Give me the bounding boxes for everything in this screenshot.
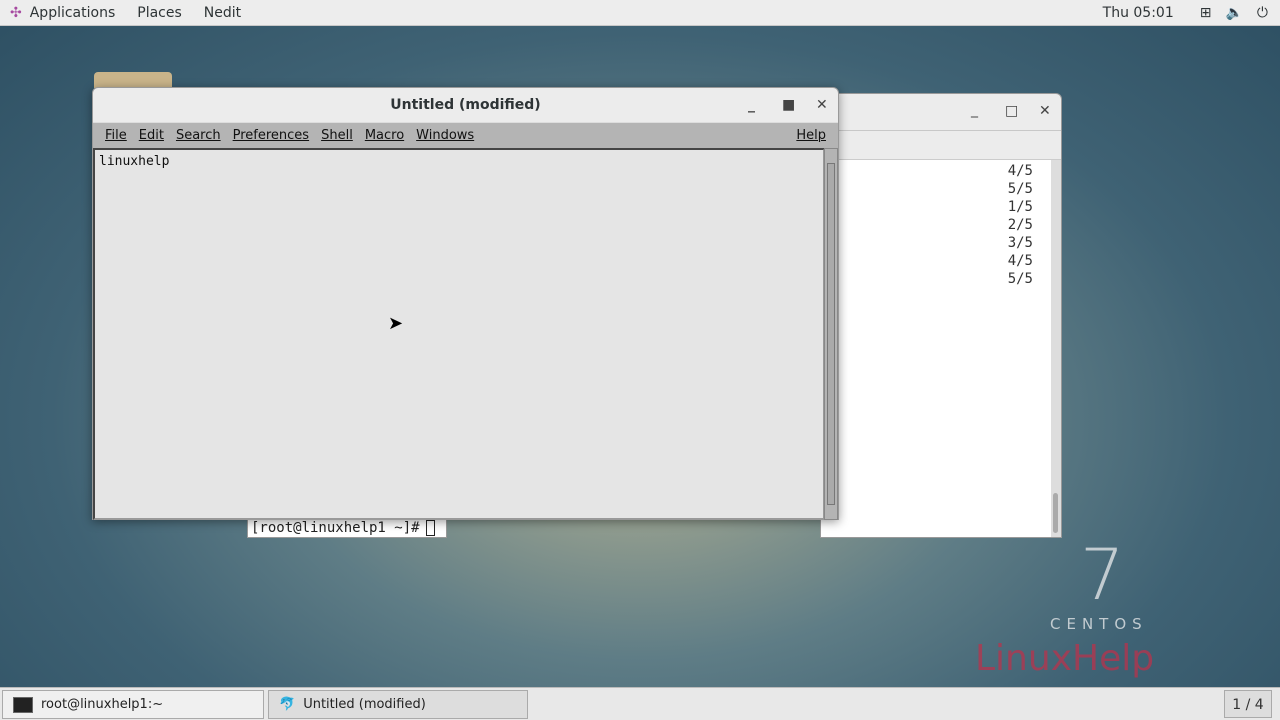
menu-preferences[interactable]: Preferences xyxy=(233,128,309,143)
nedit-icon: 🐬 xyxy=(279,697,296,712)
power-icon[interactable]: ⏻ xyxy=(1257,5,1268,21)
menu-macro[interactable]: Macro xyxy=(365,128,404,143)
linuxhelp-watermark: LinuxHelp xyxy=(975,638,1155,679)
app-menu[interactable]: Nedit xyxy=(204,5,241,21)
places-menu[interactable]: Places xyxy=(137,5,182,21)
terminal-window: _ □ ✕ 4/5 5/5 1/5 2/5 3/5 4/5 5/5 xyxy=(820,93,1062,538)
output-line: 4/5 xyxy=(1007,163,1033,179)
terminal-output[interactable]: 4/5 5/5 1/5 2/5 3/5 4/5 5/5 xyxy=(821,160,1053,537)
folder-icon[interactable] xyxy=(94,72,172,88)
output-line: 4/5 xyxy=(1007,253,1033,269)
minimize-button[interactable]: _ xyxy=(971,102,978,118)
output-line: 3/5 xyxy=(1007,235,1033,251)
menu-edit[interactable]: Edit xyxy=(139,128,164,143)
taskbar: root@linuxhelp1:~ 🐬 Untitled (modified) 1… xyxy=(0,687,1280,720)
apps-icon: ✣ xyxy=(10,4,22,21)
editor-text: linuxhelp xyxy=(99,154,170,169)
menu-bar: File Edit Search Preferences Shell Macro… xyxy=(93,122,838,148)
workspace-pager[interactable]: 1 / 4 xyxy=(1224,690,1272,718)
terminal-tabs xyxy=(821,130,1061,160)
task-terminal[interactable]: root@linuxhelp1:~ xyxy=(2,690,264,719)
menu-search[interactable]: Search xyxy=(176,128,221,143)
output-line: 5/5 xyxy=(1007,181,1033,197)
prompt-text: [root@linuxhelp1 ~]# xyxy=(251,520,420,536)
volume-icon[interactable]: 🔈 xyxy=(1225,5,1242,21)
terminal-icon xyxy=(13,696,33,713)
menu-shell[interactable]: Shell xyxy=(321,128,353,143)
minimize-button[interactable]: _ xyxy=(748,88,755,122)
nedit-window: Untitled (modified) _ ■ ✕ File Edit Sear… xyxy=(92,87,839,520)
output-line: 5/5 xyxy=(1007,271,1033,287)
mouse-pointer-icon: ➤ xyxy=(388,313,404,334)
cursor xyxy=(425,520,435,536)
clock[interactable]: Thu 05:01 xyxy=(1103,5,1174,21)
close-button[interactable]: ✕ xyxy=(1039,103,1051,119)
task-label: root@linuxhelp1:~ xyxy=(41,697,164,712)
applications-menu[interactable]: Applications xyxy=(30,5,116,21)
task-nedit[interactable]: 🐬 Untitled (modified) xyxy=(268,690,528,719)
menu-windows[interactable]: Windows xyxy=(416,128,474,143)
maximize-button[interactable]: □ xyxy=(1005,103,1018,119)
maximize-button[interactable]: ■ xyxy=(782,88,795,122)
terminal-prompt[interactable]: [root@linuxhelp1 ~]# xyxy=(247,518,447,538)
editor-scrollbar[interactable] xyxy=(824,148,838,520)
menu-help[interactable]: Help xyxy=(796,128,826,143)
network-icon[interactable]: ⊞ xyxy=(1200,5,1212,21)
close-button[interactable]: ✕ xyxy=(816,88,828,122)
output-line: 1/5 xyxy=(1007,199,1033,215)
text-editor[interactable]: linuxhelp xyxy=(93,148,825,520)
terminal-scrollbar[interactable] xyxy=(1051,160,1061,537)
menu-file[interactable]: File xyxy=(105,128,127,143)
output-line: 2/5 xyxy=(1007,217,1033,233)
window-title: Untitled (modified) xyxy=(390,97,541,113)
task-label: Untitled (modified) xyxy=(303,697,426,712)
centos-logo: 7 CENTOS xyxy=(1050,534,1148,633)
top-bar: ✣ Applications Places Nedit Thu 05:01 ⊞ … xyxy=(0,0,1280,26)
